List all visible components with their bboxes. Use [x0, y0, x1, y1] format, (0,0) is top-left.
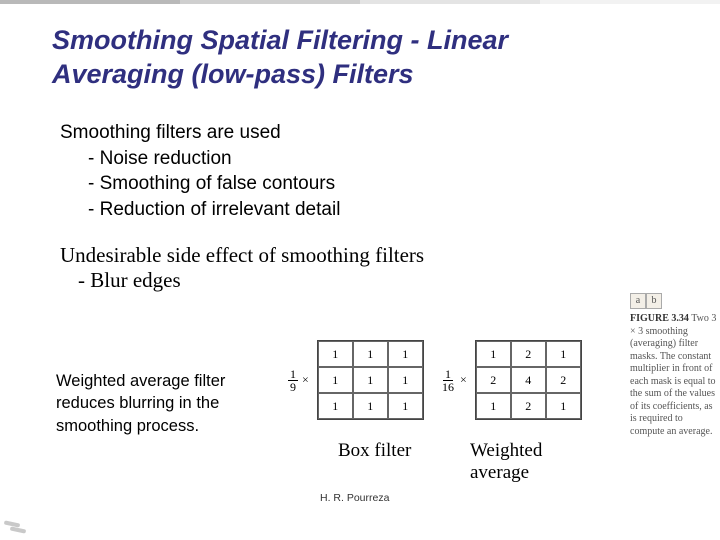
bullet-item: Smoothing of false contours: [100, 173, 336, 194]
matrix-cell: 1: [353, 367, 388, 393]
figure-label-grid: a b: [630, 293, 718, 309]
times-symbol: ×: [302, 373, 309, 387]
box-filter-scalar: 1 9: [288, 368, 298, 393]
figure-number: FIGURE 3.34: [630, 313, 689, 324]
matrix-cell: 1: [353, 341, 388, 367]
slide: Smoothing Spatial Filtering - Linear Ave…: [0, 0, 720, 540]
matrix-cell: 1: [318, 367, 353, 393]
matrix-cell: 1: [546, 341, 581, 367]
weighted-average-note: Weighted average filter reduces blurring…: [56, 370, 271, 437]
title-line-2: Averaging (low-pass) Filters: [52, 59, 414, 89]
matrix-cell: 4: [511, 367, 546, 393]
bullet-item: Blur edges: [90, 268, 180, 292]
matrix-cell: 1: [388, 367, 423, 393]
matrix-cell: 1: [318, 341, 353, 367]
figure-sidebar: a b FIGURE 3.34 Two 3 × 3 smoothing (ave…: [630, 293, 718, 438]
figure-label-a: a: [630, 293, 646, 309]
bullet-item: Noise reduction: [100, 148, 232, 169]
slide-title: Smoothing Spatial Filtering - Linear Ave…: [52, 24, 662, 92]
decorative-top-bar: [0, 0, 720, 4]
matrix-cell: 1: [353, 393, 388, 419]
box-filter-caption: Box filter: [338, 440, 428, 462]
title-line-1: Smoothing Spatial Filtering - Linear: [52, 25, 508, 55]
matrix-cell: 1: [388, 393, 423, 419]
corner-decoration-icon: [4, 508, 32, 536]
matrix-cell: 2: [476, 367, 511, 393]
figure-label-b: b: [646, 293, 662, 309]
bullet-item: Reduction of irrelevant detail: [100, 199, 341, 220]
box-filter-matrix: 1 1 1 1 1 1 1 1 1: [317, 340, 424, 420]
matrix-cell: 1: [318, 393, 353, 419]
weighted-filter: 1 16 × 1 2 1 2 4 2 1 2 1: [440, 340, 582, 420]
matrix-cell: 1: [476, 393, 511, 419]
times-symbol: ×: [460, 373, 467, 387]
matrix-cell: 1: [546, 393, 581, 419]
matrix-cell: 2: [511, 393, 546, 419]
block1-lead: Smoothing filters are used: [60, 120, 620, 146]
block1-bullets: - Noise reduction - Smoothing of false c…: [88, 146, 620, 223]
box-filter: 1 9 × 1 1 1 1 1 1 1 1 1: [288, 340, 424, 420]
weighted-filter-scalar: 1 16: [440, 368, 456, 393]
weighted-filter-matrix: 1 2 1 2 4 2 1 2 1: [475, 340, 582, 420]
block2-bullets: - Blur edges: [78, 268, 620, 293]
matrix-cell: 2: [511, 341, 546, 367]
weighted-filter-caption: Weighted average: [470, 440, 580, 484]
matrix-cell: 1: [476, 341, 511, 367]
footer-author: H. R. Pourreza: [320, 492, 389, 504]
figure-caption-text: Two 3 × 3 smoothing (averaging) filter m…: [630, 313, 716, 437]
matrix-cell: 1: [388, 341, 423, 367]
body-text: Smoothing filters are used - Noise reduc…: [60, 120, 620, 293]
matrix-cell: 2: [546, 367, 581, 393]
block2-lead: Undesirable side effect of smoothing fil…: [60, 243, 620, 268]
